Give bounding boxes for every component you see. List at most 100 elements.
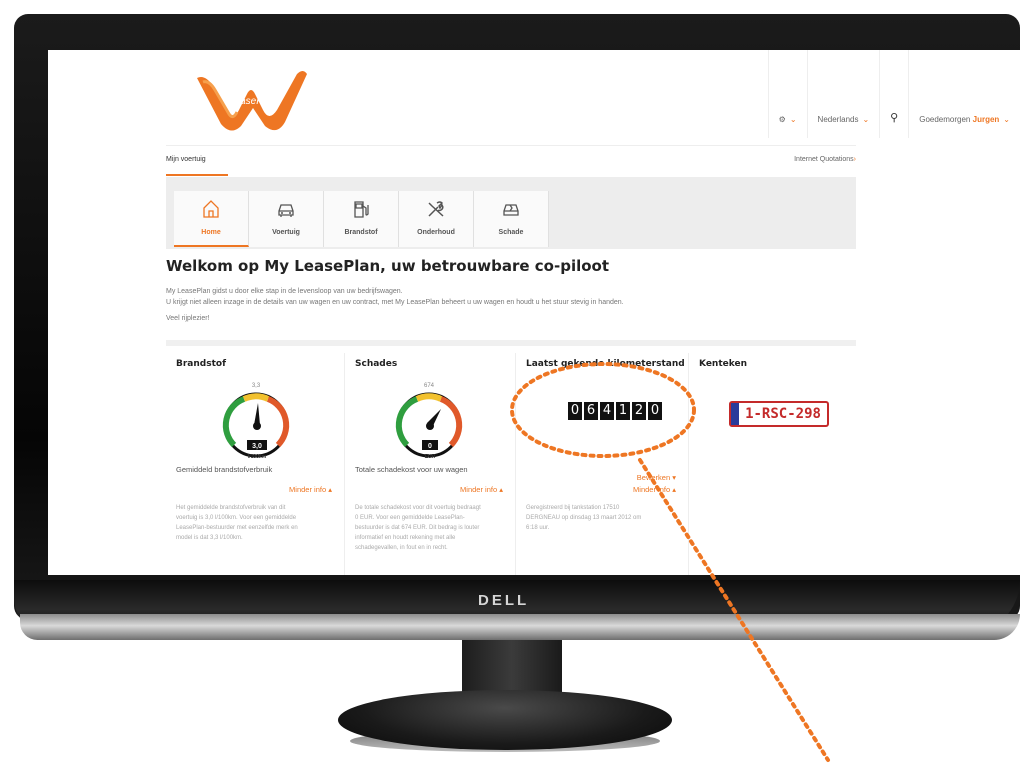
tab-home[interactable]: Home: [174, 191, 249, 247]
less-info-link[interactable]: Minder info ▴: [633, 485, 676, 494]
detail-line: LeasePlan-bestuurder met eenzelfde merk …: [176, 525, 298, 531]
license-plate-number: 1-RSC-298: [745, 406, 821, 422]
card-details: Het gemiddelde brandstofverbruik van dit…: [176, 503, 298, 543]
top-nav: ⚙ ⌄ Nederlands ⌄ ⚲ Goedemorgen Jurgen ⌄: [767, 50, 1020, 138]
card-title: Schades: [355, 359, 398, 369]
odometer: 0 6 4 1 2 0: [568, 402, 664, 420]
monitor-neck: [462, 640, 562, 696]
card-caption: Gemiddeld brandstofverbruik: [176, 465, 273, 474]
odometer-digit: 1: [616, 402, 630, 420]
tab-voertuig[interactable]: Voertuig: [249, 191, 324, 247]
gauge-value: 3,0: [252, 443, 262, 450]
screen: LeasePlan ⚙ ⌄ Nederlands ⌄ ⚲ Goedemorgen J…: [48, 50, 1020, 575]
chevron-down-icon: ⌄: [862, 115, 870, 124]
odometer-digit: 6: [584, 402, 598, 420]
license-plate: 1-RSC-298: [729, 401, 829, 427]
monitor-stand: [338, 690, 672, 750]
odometer-digit: 0: [648, 402, 662, 420]
tab-label: Home: [201, 229, 221, 236]
logo-text: LeasePlan: [229, 96, 277, 107]
chevron-up-icon: ▴: [672, 485, 676, 494]
greeting: Goedemorgen: [919, 115, 971, 124]
less-info-label: Minder info: [633, 485, 671, 494]
tools-icon: [428, 201, 444, 217]
divider: [166, 340, 856, 346]
detail-line: De totale schadekost voor dit voertuig b…: [355, 505, 481, 511]
detail-line: 6:18 uur.: [526, 525, 550, 531]
card-kilometerstand: Laatst gekende kilometerstand 0 6 4 1 2 …: [516, 353, 689, 575]
card-title: Brandstof: [176, 359, 226, 369]
intro-text: My LeasePlan gidst u door elke stap in d…: [166, 286, 866, 324]
tab-brandstof[interactable]: Brandstof: [324, 191, 399, 247]
card-title: Kenteken: [699, 359, 747, 369]
card-details: De totale schadekost voor dit voertuig b…: [355, 503, 481, 553]
chevron-down-icon: ⌄: [1003, 115, 1010, 124]
settings-menu[interactable]: ⚙ ⌄: [767, 50, 807, 138]
car-icon: [278, 204, 294, 217]
fuel-icon: [354, 201, 369, 218]
less-info-link[interactable]: Minder info ▴: [289, 485, 332, 494]
chevron-up-icon: ▴: [499, 485, 503, 494]
tab-bar: Home Voertuig Brandstof Onderhoud Schade: [166, 177, 856, 249]
user-name: Jurgen: [972, 115, 1000, 124]
chevron-down-icon: ⌄: [789, 115, 797, 124]
gauge-top-label: 674: [424, 383, 435, 389]
intro-line: Veel rijplezier!: [166, 315, 210, 322]
detail-line: model is dat 3,3 l/100km.: [176, 535, 243, 541]
detail-line: schadegevallen, in fout en in recht.: [355, 545, 448, 551]
edit-label: Bewerken: [636, 473, 671, 482]
fuel-gauge: 3,3 3,0 l/100km: [222, 383, 290, 460]
card-title: Laatst gekende kilometerstand: [526, 359, 685, 369]
nav-internet-quotations[interactable]: Internet Quotations›: [794, 146, 856, 174]
less-info-link[interactable]: Minder info ▴: [460, 485, 503, 494]
tab-label: Brandstof: [344, 229, 378, 236]
leaseplan-logo[interactable]: LeasePlan: [193, 64, 313, 136]
home-icon: [203, 200, 219, 218]
tab-label: Voertuig: [272, 229, 300, 236]
tab-onderhoud[interactable]: Onderhoud: [399, 191, 474, 247]
gear-icon[interactable]: ⚙: [779, 115, 786, 124]
detail-line: informatief en houdt rekening met alle: [355, 535, 456, 541]
monitor-brand-logo: DELL: [478, 592, 530, 609]
intro-line: My LeasePlan gidst u door elke stap in d…: [166, 288, 403, 295]
internet-quotations-label: Internet Quotations: [794, 156, 854, 163]
nav-mijn-voertuig[interactable]: Mijn voertuig: [166, 146, 228, 176]
gauge-unit: l/100km: [248, 454, 267, 460]
user-menu[interactable]: Goedemorgen Jurgen ⌄: [908, 50, 1020, 138]
detail-line: bestuurder is dat 674 EUR. Dit bedrag is…: [355, 525, 480, 531]
chevron-right-icon: ›: [853, 156, 856, 163]
gauge-value: 0: [428, 443, 432, 450]
language-select[interactable]: Nederlands ⌄: [806, 50, 880, 138]
tab-schade[interactable]: Schade: [474, 191, 549, 247]
gauge-top-label: 3,3: [252, 383, 261, 389]
monitor-chrome-rim: [20, 614, 1020, 640]
less-info-label: Minder info: [460, 485, 498, 494]
detail-line: 0 EUR. Voor een gemiddelde LeasePlan-: [355, 515, 465, 521]
intro-line: U krijgt niet alleen inzage in de detail…: [166, 299, 624, 306]
eu-flag-strip: [731, 403, 739, 425]
edit-link[interactable]: Bewerken ▾: [637, 473, 676, 482]
gauge-unit: EUR: [425, 454, 436, 460]
detail-line: DERGNEAU op dinsdag 13 maart 2012 om: [526, 515, 642, 521]
page-title: Welkom op My LeasePlan, uw betrouwbare c…: [166, 257, 610, 275]
card-schades: Schades 674 0 EUR Totale schadekost voor…: [345, 353, 516, 575]
detail-line: voertuig is 3,0 l/100km. Voor een gemidd…: [176, 515, 297, 521]
card-details: Geregistreerd bij tankstation 17510 DERG…: [526, 503, 641, 533]
card-kenteken: Kenteken 1-RSC-298: [689, 353, 856, 575]
detail-line: Het gemiddelde brandstofverbruik van dit: [176, 505, 286, 511]
odometer-digit: 4: [600, 402, 614, 420]
less-info-label: Minder info: [289, 485, 327, 494]
tab-label: Schade: [498, 229, 524, 236]
card-caption: Totale schadekost voor uw wagen: [355, 465, 468, 474]
damage-gauge: 674 0 EUR: [395, 383, 463, 460]
search-button[interactable]: ⚲: [879, 50, 908, 138]
language-label: Nederlands: [817, 115, 859, 124]
search-icon[interactable]: ⚲: [890, 111, 898, 124]
detail-line: Geregistreerd bij tankstation 17510: [526, 505, 620, 511]
odometer-digit: 0: [568, 402, 582, 420]
chevron-down-icon: ▾: [672, 473, 676, 482]
card-brandstof: Brandstof 3,3 3,0 l/100km Gemiddeld bran…: [166, 353, 345, 575]
tab-label: Onderhoud: [417, 229, 455, 236]
chevron-up-icon: ▴: [328, 485, 332, 494]
odometer-digit: 2: [632, 402, 646, 420]
